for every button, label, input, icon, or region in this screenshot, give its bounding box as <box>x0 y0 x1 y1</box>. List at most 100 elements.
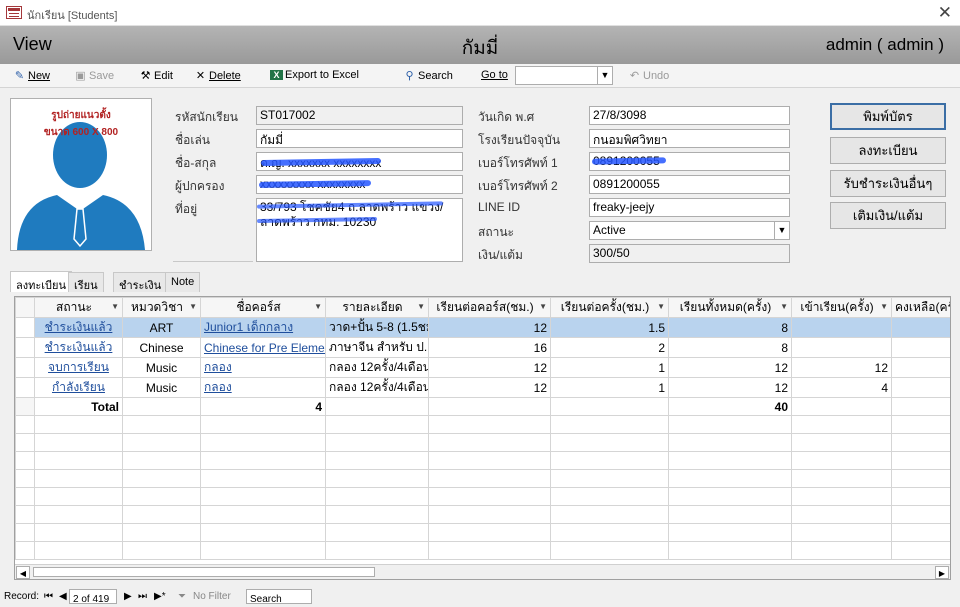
hrs-course-cell[interactable]: 12 <box>428 317 551 338</box>
remaining-cell[interactable] <box>891 317 950 338</box>
goto-combo[interactable]: ▼ <box>515 66 613 85</box>
horizontal-scrollbar[interactable]: ◀ ▶ <box>15 564 950 579</box>
hrs-session-cell[interactable]: 1 <box>550 377 669 398</box>
category-cell[interactable]: Music <box>122 377 201 398</box>
category-cell[interactable]: Music <box>122 357 201 378</box>
tab-payment[interactable]: ชำระเงิน <box>113 272 168 292</box>
tab-study[interactable]: เรียน <box>68 272 104 292</box>
col-detail-header[interactable]: รายละเอียด ▼ <box>325 297 429 318</box>
last-record-icon[interactable]: ⏭ <box>138 591 147 602</box>
scroll-thumb[interactable] <box>33 567 375 577</box>
sort-arrow-icon[interactable]: ▼ <box>880 302 888 311</box>
prev-record-icon[interactable]: ◀ <box>59 591 67 602</box>
course-cell[interactable]: Chinese for Pre Elementary <box>200 337 326 358</box>
hrs-session-cell[interactable]: 2 <box>550 337 669 358</box>
nickname-field[interactable]: กัมมี่ <box>256 129 463 148</box>
undo-button[interactable]: ↶ Undo <box>628 69 669 82</box>
course-cell[interactable]: Junior1 เด็กกลาง <box>200 317 326 338</box>
topup-button[interactable]: เติมเงิน/แต้ม <box>830 202 946 229</box>
tab-register[interactable]: ลงทะเบียน <box>10 271 72 292</box>
row-selector[interactable] <box>15 357 35 378</box>
edit-button[interactable]: ⚒ Edit <box>139 69 173 82</box>
total-cell[interactable]: 8 <box>668 337 792 358</box>
line-id-field[interactable]: freaky-jeejy <box>589 198 790 217</box>
filter-status[interactable]: No Filter <box>193 591 231 602</box>
attended-cell[interactable] <box>791 337 892 358</box>
table-row[interactable]: กำลังเรียน Music กลอง กลอง 12ครั้ง/4เดือ… <box>15 377 950 398</box>
export-excel-button[interactable]: X Export to Excel <box>270 69 359 81</box>
status-cell[interactable]: ชำระเงินแล้ว <box>34 317 123 338</box>
scroll-left-icon[interactable]: ◀ <box>16 566 30 579</box>
student-photo[interactable]: รูปถ่ายแนวตั้ง ขนาด 600 X 800 <box>10 98 152 251</box>
row-selector[interactable] <box>15 337 35 358</box>
col-total-header[interactable]: เรียนทั้งหมด(ครั้ง) ▼ <box>668 297 792 318</box>
sort-arrow-icon[interactable]: ▼ <box>314 302 322 311</box>
hrs-session-cell[interactable]: 1.5 <box>550 317 669 338</box>
hrs-course-cell[interactable]: 12 <box>428 357 551 378</box>
sort-arrow-icon[interactable]: ▼ <box>539 302 547 311</box>
delete-button[interactable]: ✕ Delete <box>194 69 241 82</box>
table-row[interactable]: จบการเรียน Music กลอง กลอง 12ครั้ง/4เดือ… <box>15 357 950 378</box>
receive-payment-button[interactable]: รับชำระเงินอื่นๆ <box>830 170 946 197</box>
detail-cell[interactable]: กลอง 12ครั้ง/4เดือน <box>325 357 429 378</box>
status-cell[interactable]: จบการเรียน <box>34 357 123 378</box>
scroll-right-icon[interactable]: ▶ <box>935 566 949 579</box>
course-cell[interactable]: กลอง <box>200 357 326 378</box>
close-icon[interactable]: ✕ <box>938 3 952 23</box>
nav-search-field[interactable]: Search <box>246 589 312 605</box>
col-status-header[interactable]: สถานะ ▼ <box>34 297 123 318</box>
print-card-button[interactable]: พิมพ์บัตร <box>830 103 946 130</box>
attended-cell[interactable] <box>791 317 892 338</box>
col-hrs-course-header[interactable]: เรียนต่อคอร์ส(ชม.) ▼ <box>428 297 551 318</box>
school-field[interactable]: กนอมพิศวิทยา <box>589 129 790 148</box>
next-record-icon[interactable]: ▶ <box>124 591 132 602</box>
detail-cell[interactable]: กลอง 12ครั้ง/4เดือน <box>325 377 429 398</box>
col-course-header[interactable]: ชื่อคอร์ส ▼ <box>200 297 326 318</box>
row-selector[interactable] <box>15 377 35 398</box>
sort-arrow-icon[interactable]: ▼ <box>780 302 788 311</box>
total-cell[interactable]: 12 <box>668 377 792 398</box>
chevron-down-icon[interactable]: ▼ <box>774 222 789 239</box>
tab-note[interactable]: Note <box>165 272 201 292</box>
student-id-field[interactable]: ST017002 <box>256 106 463 125</box>
new-record-icon[interactable]: ▶* <box>154 591 166 602</box>
status-cell[interactable]: ชำระเงินแล้ว <box>34 337 123 358</box>
registration-grid[interactable]: สถานะ ▼ หมวดวิชา ▼ ชื่อคอร์ส ▼ รายละเอียด ▼ … <box>14 296 951 580</box>
col-hrs-session-header[interactable]: เรียนต่อครั้ง(ชม.) ▼ <box>550 297 669 318</box>
detail-cell[interactable]: ภาษาจีน สำหรับ ป.1 <box>325 337 429 358</box>
col-remaining-header[interactable]: คงเหลือ(ครั้ง)▼ <box>891 297 950 318</box>
phone1-field[interactable]: 0891200055 <box>589 152 790 171</box>
attended-cell[interactable]: 12 <box>791 357 892 378</box>
hrs-session-cell[interactable]: 1 <box>550 357 669 378</box>
register-button[interactable]: ลงทะเบียน <box>830 137 946 164</box>
course-cell[interactable]: กลอง <box>200 377 326 398</box>
sort-arrow-icon[interactable]: ▼ <box>111 302 119 311</box>
col-attended-header[interactable]: เข้าเรียน(ครั้ง) ▼ <box>791 297 892 318</box>
remaining-cell[interactable] <box>891 337 950 358</box>
total-cell[interactable]: 8 <box>668 317 792 338</box>
sort-arrow-icon[interactable]: ▼ <box>657 302 665 311</box>
category-cell[interactable]: Chinese <box>122 337 201 358</box>
save-button[interactable]: ▣ Save <box>74 69 114 82</box>
guardian-field[interactable]: xxxxxxxxx xxxxxxxx <box>256 175 463 194</box>
remaining-cell[interactable] <box>891 377 950 398</box>
birthdate-field[interactable]: 27/8/3098 <box>589 106 790 125</box>
new-button[interactable]: ✎ New <box>13 69 50 82</box>
fullname-field[interactable]: ด.ญ. xxxxxxx xxxxxxxx <box>256 152 463 171</box>
sort-arrow-icon[interactable]: ▼ <box>189 302 197 311</box>
phone2-field[interactable]: 0891200055 <box>589 175 790 194</box>
address-field[interactable]: 33/793 โชคชัย4 ถ.ลาดพร้าว แขวง/ ลาดพร้าว… <box>256 198 463 262</box>
category-cell[interactable]: ART <box>122 317 201 338</box>
status-cell[interactable]: กำลังเรียน <box>34 377 123 398</box>
table-row[interactable]: ชำระเงินแล้ว Chinese Chinese for Pre Ele… <box>15 337 950 358</box>
row-selector[interactable] <box>15 317 35 338</box>
sort-arrow-icon[interactable]: ▼ <box>417 302 425 311</box>
detail-cell[interactable]: วาด+ปั้น 5-8 (1.5ชม.) <box>325 317 429 338</box>
chevron-down-icon[interactable]: ▼ <box>597 67 612 84</box>
attended-cell[interactable]: 4 <box>791 377 892 398</box>
total-cell[interactable]: 12 <box>668 357 792 378</box>
search-button[interactable]: ⚲ Search <box>403 69 452 82</box>
remaining-cell[interactable] <box>891 357 950 378</box>
table-row[interactable]: ชำระเงินแล้ว ART Junior1 เด็กกลาง วาด+ปั… <box>15 317 950 338</box>
status-select[interactable]: Active ▼ <box>589 221 790 240</box>
